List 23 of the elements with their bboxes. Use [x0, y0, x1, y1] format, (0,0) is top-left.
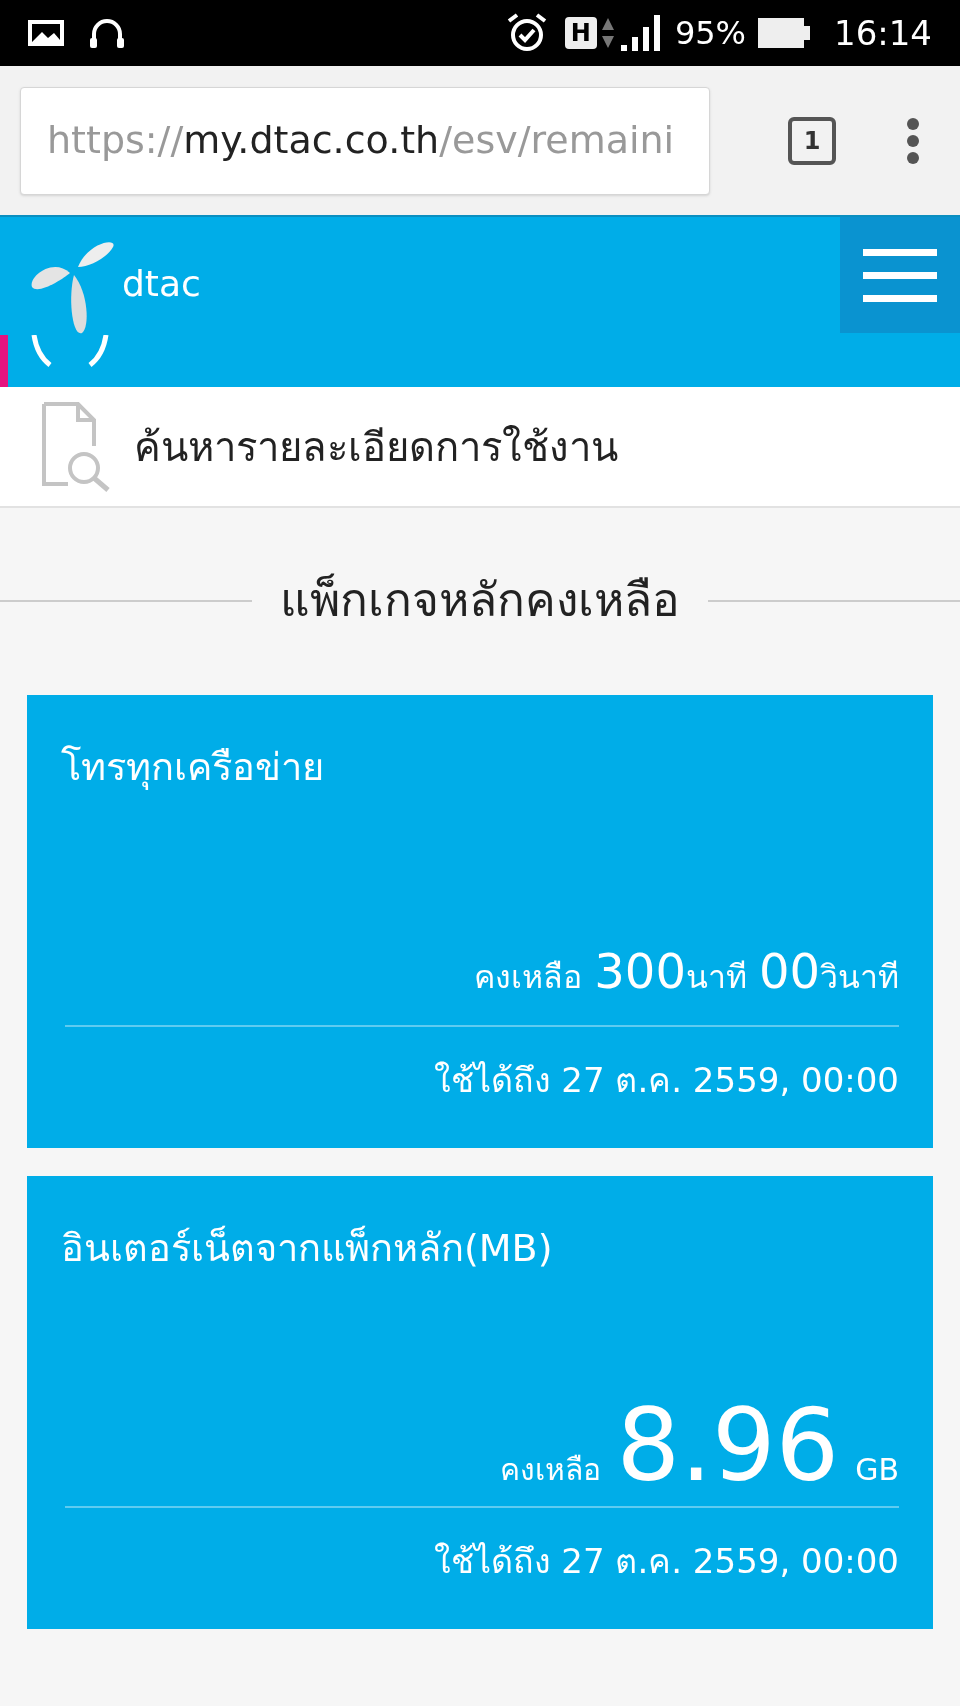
menu-item[interactable]: ค้นหารายละเอียดการใช้งาน [0, 387, 960, 508]
clock-time: 16:14 [834, 11, 932, 55]
headset-icon [88, 16, 126, 50]
picture-icon [28, 20, 64, 46]
menu-item-label: ค้นหารายละเอียดการใช้งาน [134, 422, 618, 472]
menu-button[interactable] [840, 217, 960, 333]
network-type: H [564, 17, 597, 49]
section-title: แพ็กเกจหลักคงเหลือ [280, 572, 680, 629]
active-marker [0, 335, 8, 387]
data-arrows-icon [600, 16, 615, 50]
document-search-icon [40, 399, 112, 494]
package-title: โทรทุกเครือข่าย [61, 744, 325, 792]
remaining-amount: คงเหลือ 300นาที 00วินาที [473, 942, 899, 1001]
tab-count-button[interactable]: 1 [788, 116, 836, 165]
battery-icon [758, 18, 810, 48]
url-field[interactable]: https://my.dtac.co.th/esv/remaini [20, 86, 710, 195]
package-title: อินเตอร์เน็ตจากแพ็กหลัก(MB) [61, 1224, 554, 1272]
expiry-date: ใช้ได้ถึง 27 ต.ค. 2559, 00:00 [432, 1059, 899, 1102]
more-options-icon[interactable] [906, 116, 920, 165]
remaining-amount: คงเหลือ 8.96 GB [498, 1396, 899, 1506]
expiry-date: ใช้ได้ถึง 27 ต.ค. 2559, 00:00 [432, 1540, 899, 1583]
battery-percent: 95% [674, 13, 746, 54]
signal-icon [618, 13, 663, 53]
